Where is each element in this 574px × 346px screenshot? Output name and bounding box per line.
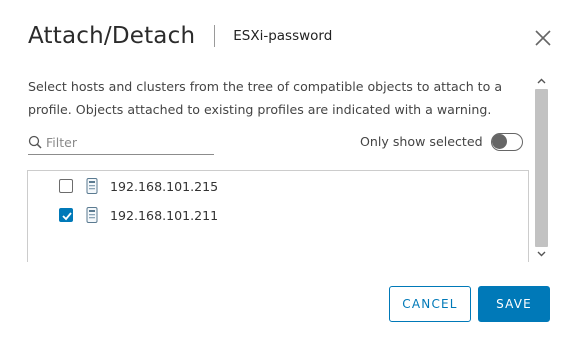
scroll-down-icon[interactable]	[533, 247, 550, 261]
attach-detach-dialog: Attach/Detach ESXi-password Select hosts…	[0, 0, 574, 346]
scroll-up-icon[interactable]	[533, 74, 550, 88]
host-label: 192.168.101.215	[110, 178, 219, 194]
only-show-selected-toggle[interactable]	[491, 133, 523, 151]
filter-field	[28, 132, 214, 155]
description-text: Select hosts and clusters from the tree …	[28, 79, 503, 117]
host-icon	[86, 178, 98, 194]
host-icon	[86, 207, 98, 223]
close-button[interactable]	[533, 28, 553, 48]
tree-row[interactable]: 192.168.101.215	[28, 172, 528, 200]
host-label: 192.168.101.211	[110, 207, 219, 223]
title-divider	[214, 25, 216, 47]
dialog-body: Select hosts and clusters from the tree …	[0, 72, 550, 262]
dialog-subtitle: ESXi-password	[233, 28, 333, 44]
dialog-title: Attach/Detach	[28, 23, 196, 49]
close-icon	[535, 30, 551, 46]
scrollbar-thumb[interactable]	[535, 89, 548, 247]
cancel-button[interactable]: CANCEL	[389, 286, 471, 322]
search-icon	[28, 135, 42, 149]
only-show-selected-label: Only show selected	[360, 134, 483, 149]
filter-input[interactable]	[46, 132, 211, 152]
checkmark-icon	[62, 212, 72, 221]
save-button[interactable]: SAVE	[478, 286, 550, 322]
vertical-scrollbar[interactable]	[533, 72, 550, 262]
dialog-header: Attach/Detach ESXi-password	[28, 18, 332, 54]
host-checkbox[interactable]	[59, 208, 73, 222]
host-checkbox[interactable]	[59, 179, 73, 193]
host-tree: 192.168.101.215 192.168.101.211	[27, 170, 529, 262]
toggle-knob	[492, 134, 507, 149]
tree-row[interactable]: 192.168.101.211	[28, 201, 528, 229]
